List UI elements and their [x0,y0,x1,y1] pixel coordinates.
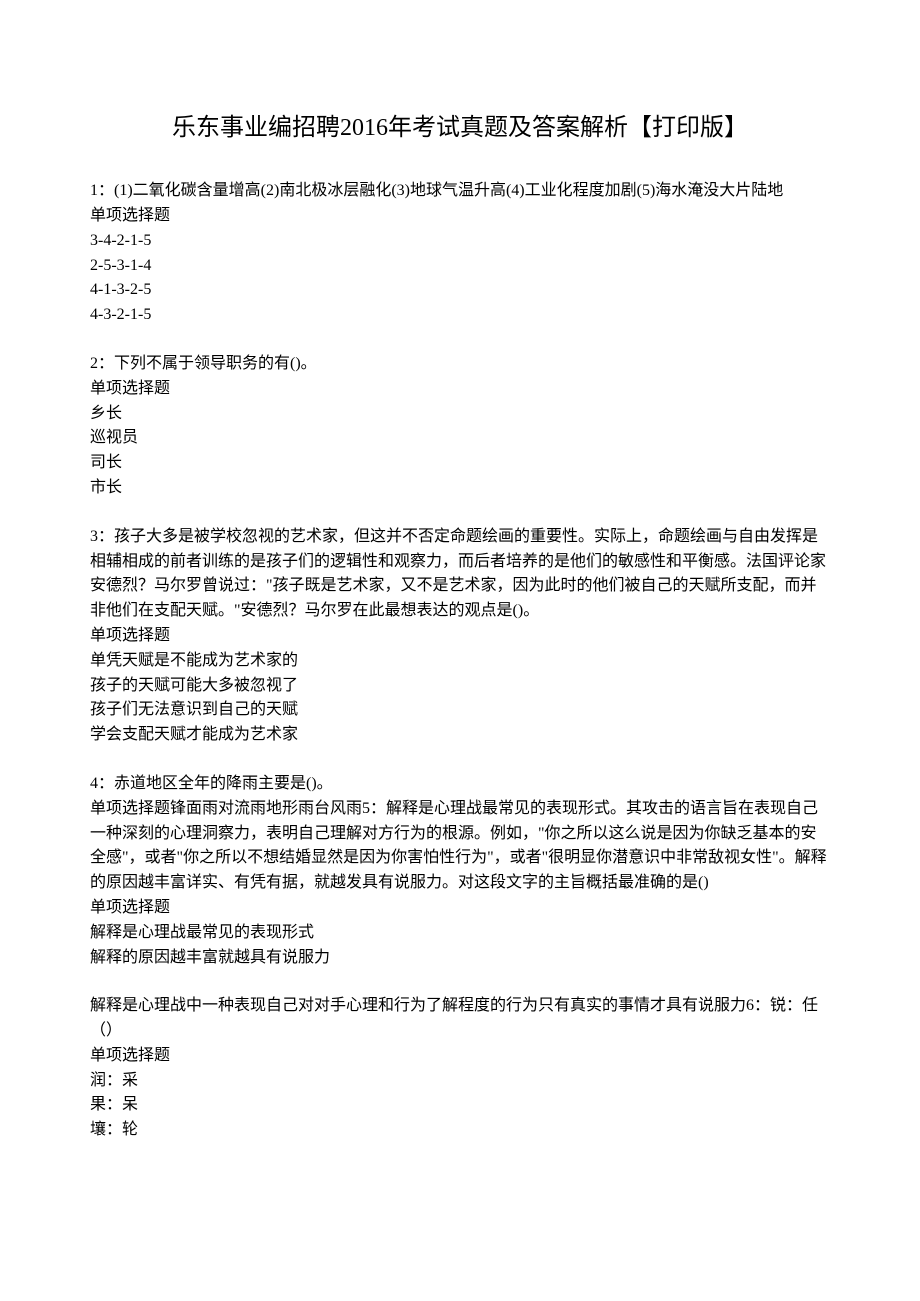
document-title: 乐东事业编招聘2016年考试真题及答案解析【打印版】 [90,110,830,147]
question-6: 解释是心理战中一种表现自己对对手心理和行为了解程度的行为只有真实的事情才具有说服… [90,994,830,1143]
option: 解释的原因越丰富就越具有说服力 [90,946,830,971]
option: 司长 [90,451,830,476]
question-3: 3：孩子大多是被学校忽视的艺术家，但这并不否定命题绘画的重要性。实际上，命题绘画… [90,525,830,748]
question-4-5: 4：赤道地区全年的降雨主要是()。 单项选择题锋面雨对流雨地形雨台风雨5：解释是… [90,772,830,970]
option: 壤：轮 [90,1118,830,1143]
option: 果：呆 [90,1093,830,1118]
question-1: 1：(1)二氧化碳含量增高(2)南北极冰层融化(3)地球气温升高(4)工业化程度… [90,179,830,328]
option: 孩子们无法意识到自己的天赋 [90,698,830,723]
question-stem: 4：赤道地区全年的降雨主要是()。 [90,772,830,797]
option: 润：采 [90,1069,830,1094]
option: 学会支配天赋才能成为艺术家 [90,723,830,748]
question-inline: 单项选择题锋面雨对流雨地形雨台风雨5：解释是心理战最常见的表现形式。其攻击的语言… [90,797,830,896]
option: 孩子的天赋可能大多被忽视了 [90,674,830,699]
question-type: 单项选择题 [90,204,830,229]
question-2: 2：下列不属于领导职务的有()。 单项选择题 乡长 巡视员 司长 市长 [90,352,830,501]
option: 巡视员 [90,426,830,451]
option: 3-4-2-1-5 [90,229,830,254]
question-type: 单项选择题 [90,896,830,921]
question-type: 单项选择题 [90,624,830,649]
question-stem: 3：孩子大多是被学校忽视的艺术家，但这并不否定命题绘画的重要性。实际上，命题绘画… [90,525,830,624]
option: 解释是心理战最常见的表现形式 [90,921,830,946]
question-stem: 2：下列不属于领导职务的有()。 [90,352,830,377]
option: 乡长 [90,402,830,427]
option: 4-1-3-2-5 [90,278,830,303]
question-type: 单项选择题 [90,377,830,402]
question-type: 单项选择题 [90,1044,830,1069]
question-stem: 1：(1)二氧化碳含量增高(2)南北极冰层融化(3)地球气温升高(4)工业化程度… [90,179,830,204]
option: 2-5-3-1-4 [90,254,830,279]
document-page: 乐东事业编招聘2016年考试真题及答案解析【打印版】 1：(1)二氧化碳含量增高… [0,0,920,1227]
option: 4-3-2-1-5 [90,303,830,328]
option: 市长 [90,476,830,501]
option: 单凭天赋是不能成为艺术家的 [90,649,830,674]
question-inline: 解释是心理战中一种表现自己对对手心理和行为了解程度的行为只有真实的事情才具有说服… [90,994,830,1044]
